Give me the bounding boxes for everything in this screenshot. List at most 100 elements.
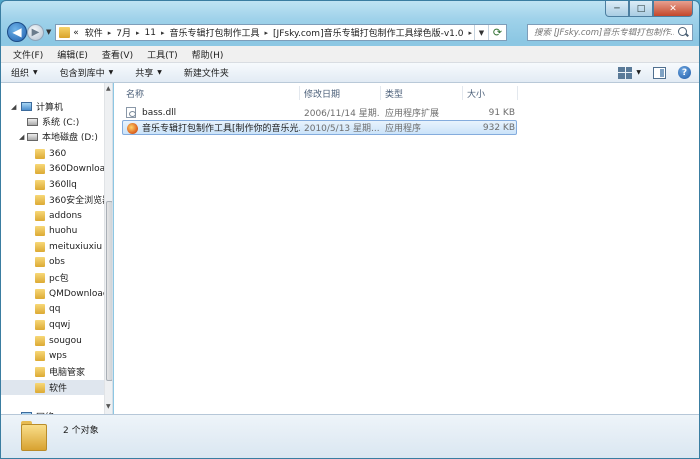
file-type: 应用程序扩展	[385, 109, 440, 119]
scrollbar-thumb[interactable]	[106, 201, 112, 381]
nav-folder[interactable]: sougou	[1, 333, 104, 348]
scroll-up-icon[interactable]: ▲	[106, 85, 111, 92]
nav-scrollbar[interactable]: ▲ ▼	[104, 83, 112, 414]
nav-computer[interactable]: ◢ 计算机	[1, 99, 104, 114]
breadcrumb-separator-icon[interactable]: ▸	[134, 29, 142, 37]
scroll-down-icon[interactable]: ▼	[106, 403, 111, 410]
nav-drive-d[interactable]: ◢ 本地磁盘 (D:)	[1, 129, 104, 144]
nav-folder[interactable]: QMDownload	[1, 286, 104, 301]
folder-icon	[35, 350, 45, 361]
column-divider[interactable]	[462, 86, 463, 100]
menu-file[interactable]: 文件(F)	[9, 48, 47, 61]
breadcrumb-item[interactable]: [JFsky.com]音乐专辑打包制作工具绿色版-v1.0	[270, 26, 466, 39]
new-folder-button[interactable]: 新建文件夹	[184, 66, 229, 79]
menu-tools[interactable]: 工具(T)	[143, 48, 182, 61]
nav-folder[interactable]: huohu	[1, 223, 104, 238]
column-divider[interactable]	[380, 86, 381, 100]
nav-label: 360	[49, 148, 67, 159]
include-in-library-button[interactable]: 包含到库中 ▼	[60, 66, 114, 79]
refresh-icon[interactable]: ⟳	[488, 25, 506, 40]
file-row[interactable]: bass.dll 2006/11/14 星期... 应用程序扩展 91 KB	[122, 105, 517, 120]
preview-pane-icon[interactable]	[653, 66, 666, 79]
address-dropdown-icon[interactable]: ▼	[474, 25, 488, 40]
file-modified: 2006/11/14 星期...	[304, 109, 379, 119]
breadcrumb-separator-icon[interactable]: ▸	[466, 29, 474, 37]
menu-view[interactable]: 查看(V)	[98, 48, 137, 61]
breadcrumb-item[interactable]: 11	[142, 28, 159, 38]
column-header-name[interactable]: 名称	[126, 86, 144, 100]
computer-icon	[21, 102, 32, 111]
column-header-type[interactable]: 类型	[385, 86, 403, 100]
column-divider[interactable]	[299, 86, 300, 100]
breadcrumb-item[interactable]: 音乐专辑打包制作工具	[167, 26, 263, 39]
column-header-modified[interactable]: 修改日期	[304, 86, 340, 100]
breadcrumb-separator-icon[interactable]: ▸	[263, 29, 271, 37]
recent-pages-dropdown[interactable]: ▼	[46, 28, 51, 36]
nav-folder[interactable]: 电脑管家	[1, 364, 104, 379]
nav-label: obs	[49, 256, 65, 267]
nav-folder[interactable]: pc包	[1, 270, 104, 285]
nav-folder[interactable]: 360Download	[1, 161, 104, 176]
minimize-button[interactable]: ─	[605, 1, 629, 17]
expand-arrow-icon[interactable]: ◢	[19, 133, 24, 141]
breadcrumb-item[interactable]: 软件	[82, 26, 106, 39]
nav-folder[interactable]: qqwj	[1, 317, 104, 332]
nav-drive-c[interactable]: 系统 (C:)	[1, 114, 104, 129]
nav-folder[interactable]: 360llq	[1, 177, 104, 192]
folder-icon	[59, 27, 71, 38]
help-icon[interactable]: ?	[678, 66, 691, 79]
chevron-down-icon: ▼	[33, 69, 38, 76]
chevron-down-icon: ▼	[157, 69, 162, 76]
folder-icon	[35, 163, 45, 174]
nav-folder[interactable]: addons	[1, 208, 104, 223]
nav-label: qq	[49, 303, 61, 314]
folder-icon	[35, 382, 45, 393]
search-icon[interactable]	[676, 26, 690, 40]
breadcrumb-separator-icon[interactable]: ▸	[106, 29, 114, 37]
nav-folder[interactable]: wps	[1, 348, 104, 363]
file-row-selected[interactable]: 音乐专辑打包制作工具[制作你的音乐光... 2010/5/13 星期... 应用…	[122, 120, 517, 135]
breadcrumb-overflow[interactable]: «	[70, 28, 82, 38]
dll-icon	[126, 107, 136, 118]
organize-button[interactable]: 组织 ▼	[11, 66, 38, 79]
share-button[interactable]: 共享 ▼	[135, 66, 162, 79]
nav-folder[interactable]: obs	[1, 254, 104, 269]
chevron-down-icon[interactable]: ▼	[636, 69, 641, 76]
maximize-button[interactable]: □	[629, 1, 653, 17]
nav-folder[interactable]: meituxiuxiu	[1, 239, 104, 254]
folder-icon	[35, 256, 45, 267]
app-icon	[127, 123, 138, 134]
folder-icon	[35, 319, 45, 330]
breadcrumb-separator-icon[interactable]: ▸	[159, 29, 167, 37]
nav-folder[interactable]: 360安全浏览器	[1, 192, 104, 207]
folder-icon	[35, 210, 45, 221]
column-header-size[interactable]: 大小	[467, 86, 485, 100]
breadcrumb-item[interactable]: 7月	[113, 26, 134, 39]
nav-label: sougou	[49, 335, 82, 346]
folder-icon	[35, 241, 45, 252]
nav-label: 360安全浏览器	[49, 196, 104, 206]
search-input[interactable]	[534, 27, 674, 38]
menu-help[interactable]: 帮助(H)	[188, 48, 228, 61]
nav-label: 电脑管家	[49, 368, 86, 378]
nav-folder[interactable]: 360	[1, 146, 104, 161]
search-box[interactable]	[527, 24, 693, 41]
close-button[interactable]: ✕	[653, 1, 693, 17]
folder-icon	[35, 194, 45, 205]
change-view-icon[interactable]	[618, 66, 633, 79]
forward-button[interactable]: ▶	[27, 24, 44, 41]
address-bar[interactable]: « 软件 ▸ 7月 ▸ 11 ▸ 音乐专辑打包制作工具 ▸ [JFsky.com…	[55, 24, 507, 41]
menu-edit[interactable]: 编辑(E)	[53, 48, 92, 61]
folder-icon	[21, 421, 47, 451]
nav-label: 软件	[49, 384, 68, 394]
column-divider[interactable]	[517, 86, 518, 100]
folder-icon	[35, 179, 45, 190]
share-label: 共享	[135, 69, 154, 79]
back-button[interactable]: ◀	[7, 22, 27, 42]
nav-folder-selected[interactable]: 软件	[1, 380, 104, 395]
expand-arrow-icon[interactable]: ◢	[11, 103, 16, 111]
nav-folder[interactable]: qq	[1, 301, 104, 316]
file-size: 91 KB	[488, 107, 515, 118]
drive-icon	[27, 117, 38, 126]
nav-label: 360llq	[49, 179, 77, 190]
